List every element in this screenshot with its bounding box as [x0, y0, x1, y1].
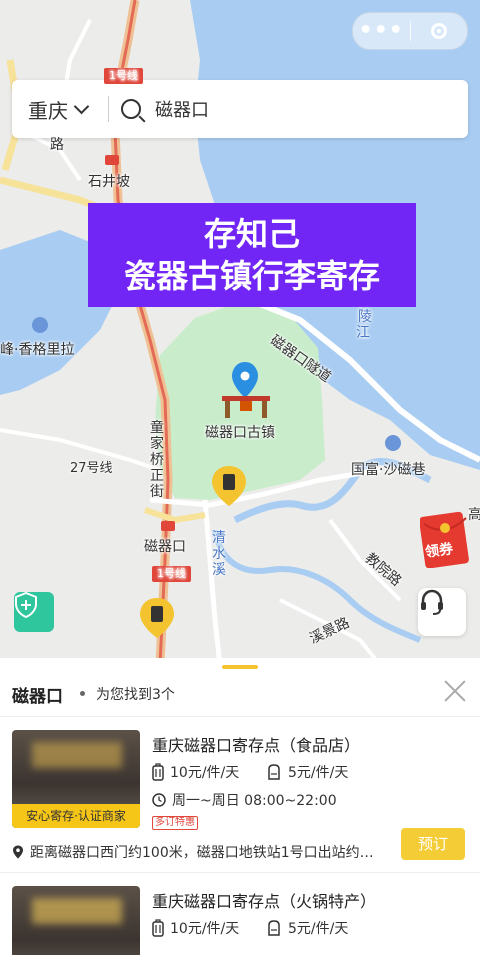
store-thumbnail — [12, 886, 140, 955]
price-large-value: 10元/件/天 — [170, 921, 240, 937]
backpack-icon — [268, 920, 280, 936]
map-label-ciqikou: 磁器口 — [144, 539, 186, 555]
safety-button[interactable] — [14, 592, 54, 632]
luggage-icon — [152, 763, 164, 781]
separator-dot — [80, 691, 85, 696]
chevron-down-icon — [73, 98, 90, 114]
price-small-value: 5元/件/天 — [288, 921, 349, 937]
search-bar: 重庆 磁器口 — [12, 80, 468, 138]
coupon-label: 领券 — [424, 541, 455, 561]
price-large: 10元/件/天 — [152, 762, 239, 782]
price-small: 5元/件/天 — [266, 762, 348, 782]
backpack-icon — [268, 764, 280, 780]
store-card[interactable]: 重庆磁器口寄存点（火锅特产） 10元/件/天 5元/件/天 — [0, 872, 480, 955]
store-sign-image — [32, 742, 122, 768]
search-input[interactable]: 磁器口 — [155, 96, 209, 122]
map-label-jiang: 江 — [356, 325, 370, 341]
map-label: 路 — [50, 137, 64, 153]
city-selector[interactable]: 重庆 — [12, 95, 100, 124]
results-header: 磁器口 为您找到3个 — [0, 674, 480, 714]
headset-icon — [421, 589, 443, 615]
close-program-button[interactable] — [411, 23, 468, 39]
clock-icon — [152, 793, 166, 807]
map-view[interactable]: ••• 重庆 磁器口 1号线 路 石井坡 存知己 瓷器古镇行李寄存 峰·香格里拉… — [0, 0, 480, 665]
store-sign-image — [32, 898, 122, 924]
sheet-drag-handle[interactable] — [222, 665, 258, 669]
map-label-tongjia: 童家桥正街 — [150, 420, 164, 500]
store-card[interactable]: 安心寄存·认证商家 重庆磁器口寄存点（食品店） 10元/件/天 5元/件/天 周… — [0, 716, 480, 872]
city-label: 重庆 — [28, 98, 68, 123]
opening-hours: 周一~周日 08:00~22:00 — [152, 790, 337, 810]
target-icon — [430, 23, 447, 39]
book-button[interactable]: 预订 — [401, 828, 465, 860]
store-thumbnail: 安心寄存·认证商家 — [12, 730, 140, 828]
shield-plus-icon — [15, 592, 37, 618]
more-menu-button[interactable]: ••• — [353, 13, 410, 49]
address-text: 距离磁器口西门约100米，磁器口地铁站1号口出站约… — [30, 845, 374, 861]
metro-line-label: 1号线 — [152, 566, 191, 582]
search-divider — [108, 96, 109, 122]
banner-title: 存知己 — [203, 215, 300, 253]
location-pin-icon — [13, 845, 23, 859]
price-large-value: 10元/件/天 — [170, 765, 240, 781]
hours-value: 周一~周日 08:00~22:00 — [172, 793, 337, 809]
promo-banner[interactable]: 存知己 瓷器古镇行李寄存 — [88, 203, 416, 307]
store-name: 重庆磁器口寄存点（食品店） — [152, 736, 361, 755]
price-small-value: 5元/件/天 — [288, 765, 349, 781]
map-label-qingshuixi: 清水溪 — [212, 530, 226, 578]
price-small: 5元/件/天 — [266, 918, 348, 938]
results-count: 为您找到3个 — [96, 687, 175, 703]
map-label-shijingpo: 石井坡 — [88, 174, 130, 190]
luggage-icon — [152, 919, 164, 937]
close-icon[interactable] — [444, 680, 466, 702]
certified-tag: 安心寄存·认证商家 — [12, 804, 140, 828]
map-label-shangrila: 峰·香格里拉 — [0, 342, 75, 358]
results-title: 磁器口 — [12, 687, 63, 707]
store-address: 距离磁器口西门约100米，磁器口地铁站1号口出站约… — [12, 842, 392, 862]
mini-program-capsule: ••• — [352, 12, 468, 50]
search-icon — [121, 99, 141, 119]
promo-badge: 多订特惠 — [152, 816, 198, 830]
map-label-guofu: 国富·沙磁巷 — [351, 462, 426, 478]
map-label-old-town: 磁器口古镇 — [205, 425, 275, 441]
map-label-line27: 27号线 — [70, 461, 113, 476]
metro-line-label: 1号线 — [104, 68, 143, 84]
customer-service-button[interactable] — [418, 588, 466, 636]
banner-subtitle: 瓷器古镇行李寄存 — [123, 257, 380, 295]
coupon-button[interactable]: 领券 — [420, 510, 470, 568]
store-name: 重庆磁器口寄存点（火锅特产） — [152, 892, 377, 911]
price-large: 10元/件/天 — [152, 918, 239, 938]
